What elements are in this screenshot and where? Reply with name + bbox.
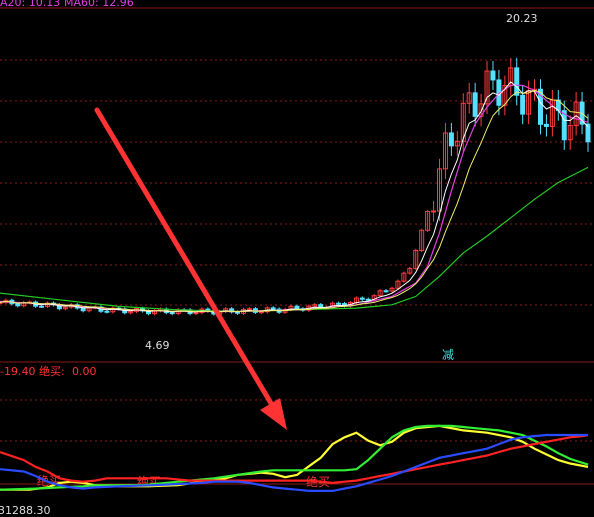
candle-body (431, 210, 437, 213)
ma10-line (0, 89, 589, 313)
candle-body (520, 94, 526, 115)
candle-body (104, 310, 110, 313)
candle-body (383, 290, 389, 293)
candle-body (270, 307, 276, 310)
ma60-line (0, 166, 589, 313)
price-lines (0, 81, 589, 313)
candle-body (472, 92, 478, 117)
candle-body (15, 303, 21, 307)
candle-body (365, 298, 371, 301)
candle-body (490, 70, 496, 81)
candle-body (258, 311, 264, 314)
candlesticks (0, 57, 591, 316)
candle-body (80, 307, 86, 312)
candle-body (543, 123, 549, 127)
candle-body (336, 302, 342, 305)
candle-body (169, 312, 175, 315)
stock-chart (0, 7, 594, 492)
candle-body (246, 308, 252, 311)
candle-body (39, 305, 45, 308)
candle-body (514, 67, 520, 96)
arrow-annotation (94, 107, 287, 430)
arrow-shaft (94, 107, 275, 408)
candle-body (585, 123, 591, 143)
candle-body (294, 305, 300, 310)
indicator-blue-line (0, 433, 588, 492)
ma20-line (0, 84, 589, 313)
arrow-head (260, 398, 287, 430)
candle-body (359, 297, 365, 300)
ma5-line (0, 81, 589, 313)
candle-body (448, 132, 454, 147)
indicator-lines (0, 424, 589, 492)
